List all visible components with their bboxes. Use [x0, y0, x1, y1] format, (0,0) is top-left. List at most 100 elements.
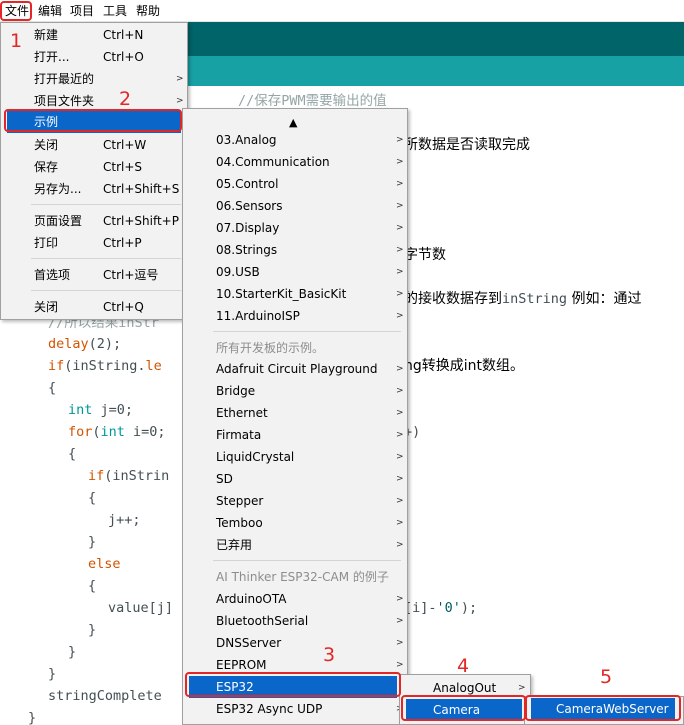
- code-line: {: [68, 446, 77, 462]
- code-line: }: [88, 622, 97, 638]
- menu-edit[interactable]: 编辑: [35, 3, 65, 19]
- examples-item-esp32-async-udp[interactable]: ESP32 Async UDP>: [183, 698, 407, 720]
- chevron-right-icon: >: [396, 594, 404, 604]
- chevron-right-icon: >: [396, 430, 404, 440]
- chevron-right-icon: >: [396, 518, 404, 528]
- chevron-right-icon: >: [396, 616, 404, 626]
- highlight-box-esp32: [185, 672, 401, 697]
- examples-header-all-boards: 所有开发板的示例。: [216, 341, 325, 355]
- highlight-box-camera: [401, 695, 526, 721]
- code-line: if(inString.le: [48, 358, 162, 374]
- step-number: 1: [10, 30, 23, 52]
- examples-item-usb[interactable]: 09.USB >: [183, 261, 407, 283]
- file-menu-item-preferences[interactable]: 首选项 Ctrl+逗号: [1, 264, 187, 286]
- chevron-right-icon: >: [396, 496, 404, 506]
- examples-item-analog[interactable]: 03.Analog >: [183, 129, 407, 151]
- file-menu-item-close[interactable]: 关闭 Ctrl+W: [1, 134, 187, 156]
- chevron-right-icon: >: [396, 267, 404, 277]
- chevron-right-icon: >: [396, 157, 404, 167]
- step-number: 4: [457, 655, 470, 677]
- examples-menu: ▲ 03.Analog > 04.Communication > 05.Contro…: [182, 108, 408, 725]
- chevron-right-icon: >: [396, 364, 404, 374]
- step-number: 5: [600, 666, 613, 688]
- menu-separator: [31, 290, 181, 291]
- code-line: for(int i=0;: [68, 424, 166, 440]
- file-menu-item-open-recent[interactable]: 打开最近的 >: [1, 68, 187, 90]
- step-number: 2: [119, 88, 132, 110]
- code-line: ng转换成int数组。: [404, 358, 525, 374]
- highlight-box-camerawebserver: [525, 695, 681, 721]
- examples-item-arduinoota[interactable]: ArduinoOTA >: [183, 588, 407, 610]
- code-line: 字节数: [404, 247, 446, 263]
- code-line: 的接收数据存到inString 例如：通过: [404, 291, 642, 307]
- highlight-box-examples: [4, 109, 182, 132]
- examples-item-arduinoisp[interactable]: 11.ArduinoISP >: [183, 305, 407, 327]
- examples-item-strings[interactable]: 08.Strings >: [183, 239, 407, 261]
- code-line: }: [68, 644, 77, 660]
- examples-item-firmata[interactable]: Firmata >: [183, 424, 407, 446]
- code-line: 所数据是否读取完成: [404, 137, 530, 153]
- menu-sketch[interactable]: 项目: [67, 3, 97, 19]
- examples-item-ethernet[interactable]: Ethernet >: [183, 402, 407, 424]
- chevron-right-icon: >: [396, 289, 404, 299]
- code-line: delay(2);: [48, 336, 122, 352]
- examples-item-liquidcrystal[interactable]: LiquidCrystal >: [183, 446, 407, 468]
- chevron-right-icon: >: [396, 638, 404, 648]
- code-line: }: [28, 710, 37, 725]
- chevron-right-icon: >: [176, 74, 184, 84]
- step-number: 3: [323, 644, 336, 666]
- code-line: if(inStrin: [88, 468, 170, 484]
- examples-item-bluetoothserial[interactable]: BluetoothSerial >: [183, 610, 407, 632]
- chevron-right-icon: >: [396, 408, 404, 418]
- file-menu-item-save-as[interactable]: 另存为... Ctrl+Shift+S: [1, 178, 187, 200]
- chevron-right-icon: >: [396, 223, 404, 233]
- file-menu-item-page-setup[interactable]: 页面设置 Ctrl+Shift+P: [1, 210, 187, 232]
- chevron-right-icon: >: [396, 201, 404, 211]
- file-menu-item-print[interactable]: 打印 Ctrl+P: [1, 232, 187, 254]
- menu-separator: [213, 331, 401, 332]
- chevron-right-icon: >: [396, 245, 404, 255]
- examples-item-circuit-playground[interactable]: Adafruit Circuit Playground >: [183, 358, 407, 380]
- examples-item-sd[interactable]: SD >: [183, 468, 407, 490]
- file-menu-item-new[interactable]: 新建 Ctrl+N: [1, 24, 187, 46]
- file-menu-item-save[interactable]: 保存 Ctrl+S: [1, 156, 187, 178]
- code-line: }: [48, 666, 57, 682]
- highlight-box-file-menu: [0, 1, 32, 21]
- menu-help[interactable]: 帮助: [133, 3, 163, 19]
- code-line: int j=0;: [68, 402, 134, 418]
- examples-item-sensors[interactable]: 06.Sensors >: [183, 195, 407, 217]
- menu-separator: [31, 258, 181, 259]
- chevron-right-icon: >: [396, 474, 404, 484]
- examples-item-communication[interactable]: 04.Communication >: [183, 151, 407, 173]
- examples-item-stepper[interactable]: Stepper >: [183, 490, 407, 512]
- chevron-right-icon: >: [396, 540, 404, 550]
- examples-item-dnsserver[interactable]: DNSServer >: [183, 632, 407, 654]
- code-line: {: [88, 490, 97, 506]
- examples-item-bridge[interactable]: Bridge >: [183, 380, 407, 402]
- chevron-right-icon: >: [396, 386, 404, 396]
- code-line: j++;: [108, 512, 141, 528]
- code-line: {: [48, 380, 57, 396]
- code-line: }: [88, 534, 97, 550]
- examples-item-deprecated[interactable]: 已弃用 >: [183, 534, 407, 556]
- menu-separator: [213, 560, 401, 561]
- code-line: value[j]: [108, 600, 174, 616]
- menu-separator: [31, 204, 181, 205]
- code-line: [i]-'0');: [404, 600, 478, 616]
- examples-item-control[interactable]: 05.Control >: [183, 173, 407, 195]
- examples-item-display[interactable]: 07.Display >: [183, 217, 407, 239]
- code-line: else: [88, 556, 121, 572]
- chevron-right-icon: >: [396, 135, 404, 145]
- menu-bar: 文件 编辑 项目 工具 帮助: [0, 0, 684, 22]
- code-line: stringComplete: [48, 688, 162, 704]
- chevron-right-icon: >: [396, 179, 404, 189]
- menu-tools[interactable]: 工具: [100, 3, 130, 19]
- file-menu: 新建 Ctrl+N 打开... Ctrl+O 打开最近的 > 项目文件夹 > 示例 关闭…: [0, 22, 188, 320]
- examples-header-board: AI Thinker ESP32-CAM 的例子: [216, 570, 389, 584]
- examples-item-temboo[interactable]: Temboo >: [183, 512, 407, 534]
- file-menu-item-open[interactable]: 打开... Ctrl+O: [1, 46, 187, 68]
- chevron-right-icon: >: [396, 452, 404, 462]
- chevron-right-icon: >: [396, 311, 404, 321]
- file-menu-item-quit[interactable]: 关闭 Ctrl+Q: [1, 296, 187, 318]
- examples-item-starterkit[interactable]: 10.StarterKit_BasicKit >: [183, 283, 407, 305]
